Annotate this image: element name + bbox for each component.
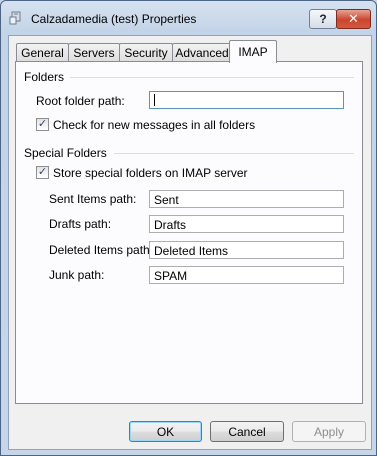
folders-group-divider	[70, 77, 354, 78]
help-button[interactable]: ?	[309, 9, 337, 29]
title-bar[interactable]: Calzadamedia (test) Properties ? ✕	[1, 1, 376, 35]
root-folder-input[interactable]	[149, 91, 344, 109]
tab-servers[interactable]: Servers	[68, 43, 120, 62]
tab-security[interactable]: Security	[119, 43, 173, 62]
imap-tab-panel: Folders Root folder path: ✓ Check for ne…	[15, 61, 363, 404]
sent-items-input[interactable]: Sent	[149, 190, 344, 208]
check-new-messages-label[interactable]: Check for new messages in all folders	[53, 118, 255, 132]
store-special-folders-checkbox[interactable]: ✓	[36, 166, 49, 179]
special-folders-group-divider	[114, 153, 354, 154]
check-new-messages-checkbox[interactable]: ✓	[36, 118, 49, 131]
tab-general[interactable]: General	[16, 43, 69, 62]
tab-advanced[interactable]: Advanced	[172, 43, 232, 62]
window-title: Calzadamedia (test) Properties	[31, 12, 197, 26]
store-special-folders-label[interactable]: Store special folders on IMAP server	[53, 166, 248, 180]
text-caret	[154, 94, 155, 106]
deleted-items-label: Deleted Items path:	[49, 243, 154, 257]
ok-button[interactable]: OK	[129, 421, 202, 442]
root-folder-label: Root folder path:	[36, 94, 125, 108]
close-icon: ✕	[348, 11, 359, 26]
close-button[interactable]: ✕	[336, 9, 371, 29]
dialog-client-area: General Servers Security Advanced IMAP F…	[8, 35, 372, 450]
tab-imap[interactable]: IMAP	[229, 40, 277, 63]
folders-group-label: Folders	[24, 70, 65, 84]
properties-dialog: Calzadamedia (test) Properties ? ✕ Gener…	[0, 0, 377, 456]
checkmark-icon: ✓	[37, 166, 48, 178]
drafts-input[interactable]: Drafts	[149, 215, 344, 233]
deleted-items-input[interactable]: Deleted Items	[149, 241, 344, 259]
special-folders-group-label: Special Folders	[24, 146, 107, 160]
sent-items-label: Sent Items path:	[49, 192, 137, 206]
apply-button[interactable]: Apply	[292, 421, 366, 442]
drafts-label: Drafts path:	[49, 217, 112, 231]
junk-label: Junk path:	[49, 268, 105, 282]
checkmark-icon: ✓	[37, 118, 48, 130]
help-icon: ?	[319, 12, 327, 26]
cancel-button[interactable]: Cancel	[210, 421, 284, 442]
junk-input[interactable]: SPAM	[149, 266, 344, 284]
account-icon	[9, 11, 23, 25]
